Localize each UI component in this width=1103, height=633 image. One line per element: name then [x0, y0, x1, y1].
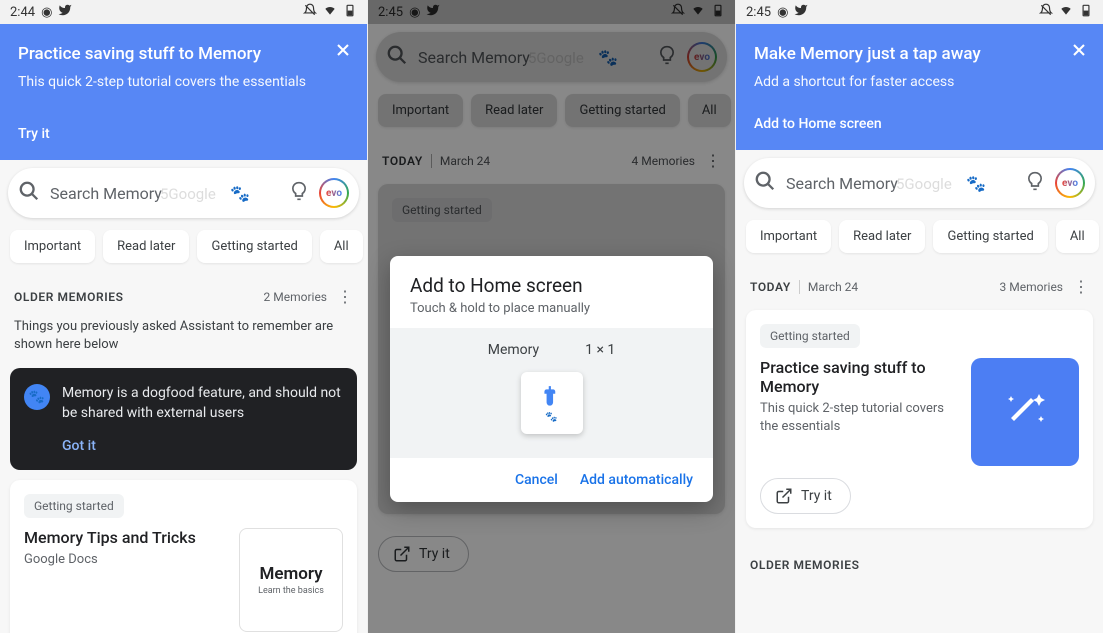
search-icon — [754, 170, 776, 196]
chip-read-later[interactable]: Read later — [839, 220, 925, 253]
status-bar: 2:45 ◉ — [736, 0, 1103, 24]
cancel-button[interactable]: Cancel — [515, 472, 558, 488]
close-icon[interactable] — [1069, 40, 1089, 64]
paw-icon: 🐾 — [24, 384, 50, 410]
filter-chips: Important Read later Getting started All — [736, 216, 1103, 263]
dogfood-message: Memory is a dogfood feature, and should … — [62, 384, 343, 423]
shortcut-banner: Make Memory just a tap away Add a shortc… — [736, 24, 1103, 150]
battery-icon — [343, 3, 357, 21]
memory-count: 2 Memories — [264, 290, 327, 304]
card-subtitle: This quick 2-step tutorial covers the es… — [760, 400, 959, 436]
magic-wand-tile — [971, 358, 1079, 466]
chip-getting-started[interactable]: Getting started — [197, 230, 311, 263]
search-placeholder: Search Memory5Google🐾 — [786, 174, 1015, 193]
clock: 2:44 — [10, 5, 35, 20]
evo-badge[interactable]: evo — [319, 178, 349, 208]
banner-title: Practice saving stuff to Memory — [18, 44, 349, 64]
card-title: Memory Tips and Tricks — [24, 528, 227, 547]
widget-size: 1 × 1 — [585, 342, 615, 358]
tutorial-banner: Practice saving stuff to Memory This qui… — [0, 24, 367, 160]
dogfood-notice: 🐾 Memory is a dogfood feature, and shoul… — [10, 368, 357, 469]
dialog-title: Add to Home screen — [410, 274, 693, 297]
banner-action[interactable]: Try it — [18, 126, 349, 142]
battery-icon — [1079, 3, 1093, 21]
evo-badge[interactable]: evo — [1055, 168, 1085, 198]
bulb-icon[interactable] — [1025, 171, 1045, 195]
chip-getting-started[interactable]: Getting started — [933, 220, 1047, 253]
card-tag: Getting started — [760, 324, 860, 348]
dnd-icon — [1039, 3, 1053, 21]
chip-all[interactable]: All — [320, 230, 363, 263]
phone-3: 2:45 ◉ Make Memory just a tap away Add a… — [736, 0, 1103, 633]
wifi-icon — [323, 3, 337, 21]
close-icon[interactable] — [333, 40, 353, 64]
card-tag: Getting started — [24, 494, 124, 518]
add-home-button[interactable]: Add to Home screen — [754, 116, 1085, 132]
banner-subtitle: This quick 2-step tutorial covers the es… — [18, 74, 349, 90]
card-thumbnail: Memory Learn the basics — [239, 528, 343, 632]
today-header: Today March 24 3 Memories ⋮ — [736, 263, 1103, 300]
phone-1: 2:44 ◉ Practice saving stuff to Memory T… — [0, 0, 367, 633]
section-subtext: Things you previously asked Assistant to… — [0, 310, 367, 364]
memory-count: 3 Memories — [1000, 280, 1063, 294]
phone-2: 2:45 ◉ Search Memory5Google🐾 evo Importa… — [368, 0, 735, 633]
add-automatically-button[interactable]: Add automatically — [580, 472, 693, 488]
banner-title: Make Memory just a tap away — [754, 44, 1085, 64]
filter-chips: Important Read later Getting started All — [0, 226, 367, 273]
older-header: Older Memories 2 Memories ⋮ — [0, 273, 367, 310]
globe-icon: ◉ — [777, 5, 788, 20]
clock: 2:45 — [746, 5, 771, 20]
section-label: Today — [750, 280, 791, 294]
banner-subtitle: Add a shortcut for faster access — [754, 74, 1085, 90]
search-bar[interactable]: Search Memory5Google🐾 evo — [744, 158, 1095, 208]
search-icon — [18, 180, 40, 206]
memory-card[interactable]: Getting started Memory Tips and Tricks G… — [10, 480, 357, 633]
overflow-icon[interactable]: ⋮ — [337, 287, 353, 306]
got-it-button[interactable]: Got it — [62, 438, 343, 454]
chip-read-later[interactable]: Read later — [103, 230, 189, 263]
dnd-icon — [303, 3, 317, 21]
chip-all[interactable]: All — [1056, 220, 1099, 253]
add-home-dialog: Add to Home screen Touch & hold to place… — [390, 256, 713, 502]
status-bar: 2:44 ◉ — [0, 0, 367, 24]
overflow-icon[interactable]: ⋮ — [1073, 277, 1089, 296]
search-bar[interactable]: Search Memory5Google🐾 evo — [8, 168, 359, 218]
chip-important[interactable]: Important — [746, 220, 831, 253]
wifi-icon — [1059, 3, 1073, 21]
tutorial-card[interactable]: Getting started Practice saving stuff to… — [746, 310, 1093, 528]
chip-important[interactable]: Important — [10, 230, 95, 263]
search-placeholder: Search Memory5Google🐾 — [50, 184, 279, 203]
card-title: Practice saving stuff to Memory — [760, 358, 959, 396]
dialog-subtitle: Touch & hold to place manually — [410, 301, 693, 316]
globe-icon: ◉ — [41, 5, 52, 20]
twitter-icon — [794, 3, 808, 21]
section-label: Older Memories — [750, 558, 860, 572]
widget-preview[interactable]: 🐾 — [521, 372, 583, 434]
twitter-icon — [58, 3, 72, 21]
try-it-button[interactable]: Try it — [760, 478, 851, 514]
widget-name: Memory — [488, 342, 539, 358]
section-date: March 24 — [799, 280, 858, 294]
section-label: Older Memories — [14, 290, 124, 304]
older-header: Older Memories — [736, 538, 1103, 576]
bulb-icon[interactable] — [289, 181, 309, 205]
card-source: Google Docs — [24, 551, 227, 569]
